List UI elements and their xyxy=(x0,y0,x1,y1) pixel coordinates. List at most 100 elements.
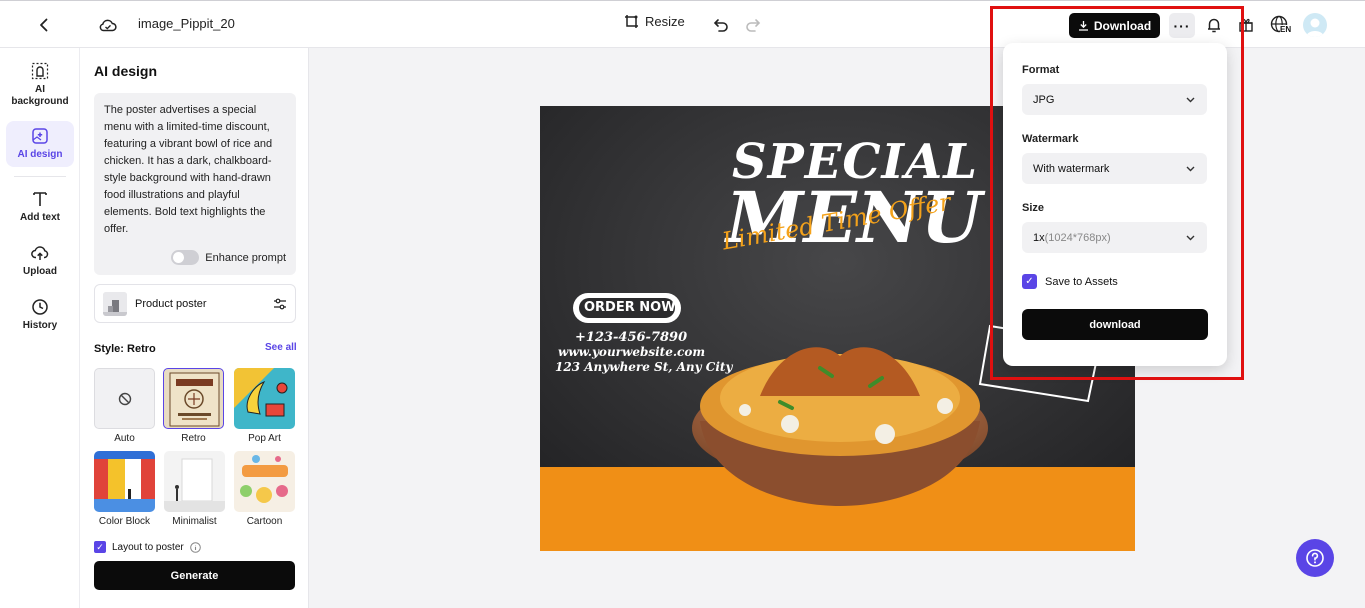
save-to-assets-row[interactable]: ✓ Save to Assets xyxy=(1022,274,1118,289)
style-label-color-block: Color Block xyxy=(98,516,151,527)
download-label: Download xyxy=(1093,18,1152,33)
sliders-icon[interactable] xyxy=(273,297,287,311)
style-card-cartoon[interactable]: Cartoon xyxy=(234,451,295,527)
save-to-assets-checkbox[interactable]: ✓ xyxy=(1022,274,1037,289)
help-icon xyxy=(1306,549,1324,567)
resize-button[interactable]: Resize xyxy=(624,14,685,29)
layout-checkbox[interactable]: ✓ xyxy=(94,541,106,553)
prompt-textarea[interactable]: The poster advertises a special menu wit… xyxy=(94,93,296,275)
style-card-minimalist[interactable]: Minimalist xyxy=(164,451,225,527)
enhance-prompt-label: Enhance prompt xyxy=(205,251,286,264)
text-icon xyxy=(33,192,47,206)
upload-icon xyxy=(31,246,49,260)
product-thumbnail xyxy=(103,291,127,316)
none-icon xyxy=(118,392,131,405)
chevron-down-icon xyxy=(1186,97,1195,103)
save-to-assets-label: Save to Assets xyxy=(1045,275,1118,288)
enhance-prompt-toggle-row: Enhance prompt xyxy=(171,250,286,265)
language-label: EN xyxy=(1280,25,1292,34)
top-bar: image_Pippit_20 Resize Download ··· EN xyxy=(0,0,1365,48)
redo-button[interactable] xyxy=(739,11,767,39)
user-avatar[interactable] xyxy=(1303,13,1327,37)
generate-button[interactable]: Generate xyxy=(94,561,295,590)
size-label: Size xyxy=(1022,202,1045,214)
download-popover: Format JPG Watermark With watermark Size… xyxy=(1003,43,1227,366)
rail-item-add-text[interactable]: Add text xyxy=(6,190,74,226)
panel-title: AI design xyxy=(94,63,158,79)
ai-background-icon xyxy=(31,62,49,80)
undo-button[interactable] xyxy=(707,11,735,39)
style-card-auto[interactable]: Auto xyxy=(94,368,155,444)
rail-label-upload: Upload xyxy=(23,266,57,277)
format-value: JPG xyxy=(1033,93,1055,106)
style-label-auto: Auto xyxy=(114,433,135,444)
cloud-sync-button[interactable] xyxy=(94,11,122,39)
rail-item-ai-design[interactable]: AI design xyxy=(6,121,74,167)
layout-to-poster-row[interactable]: ✓ Layout to poster xyxy=(94,541,201,553)
language-button[interactable]: EN xyxy=(1266,13,1294,37)
style-thumb-minimalist xyxy=(164,451,225,512)
confirm-download-button[interactable]: download xyxy=(1022,309,1208,340)
style-label-minimalist: Minimalist xyxy=(172,516,217,527)
gift-icon xyxy=(1239,18,1253,32)
rail-divider xyxy=(14,176,66,177)
resize-label: Resize xyxy=(645,14,685,29)
style-label-retro: Retro xyxy=(181,433,206,444)
help-button[interactable] xyxy=(1296,539,1334,577)
size-value-group: 1x(1024*768px) xyxy=(1033,232,1111,244)
more-options-button[interactable]: ··· xyxy=(1169,13,1195,38)
see-all-link[interactable]: See all xyxy=(265,342,297,353)
poster-website: www.yourwebsite.com xyxy=(558,345,706,359)
back-button[interactable] xyxy=(30,11,58,39)
style-card-retro[interactable]: Retro xyxy=(163,368,224,444)
bell-icon xyxy=(1208,18,1220,33)
download-button[interactable]: Download xyxy=(1069,13,1160,38)
ai-design-panel: AI design The poster advertises a specia… xyxy=(80,48,309,608)
watermark-select[interactable]: With watermark xyxy=(1022,153,1207,184)
download-icon xyxy=(1078,21,1088,31)
layout-label: Layout to poster xyxy=(112,541,184,553)
ai-design-icon xyxy=(32,128,48,144)
rail-item-history[interactable]: History xyxy=(6,298,74,334)
document-title[interactable]: image_Pippit_20 xyxy=(138,16,235,31)
rail-label-ai-design: AI design xyxy=(17,149,63,160)
product-poster-selector[interactable]: Product poster xyxy=(94,284,296,323)
rail-label-ai-background: AI background xyxy=(11,84,69,107)
avatar-icon xyxy=(1306,18,1324,37)
watermark-label: Watermark xyxy=(1022,133,1079,145)
resize-icon xyxy=(625,15,638,28)
redo-icon xyxy=(746,19,761,32)
style-thumb-auto xyxy=(94,368,155,429)
format-select[interactable]: JPG xyxy=(1022,84,1207,115)
gift-button[interactable] xyxy=(1232,11,1260,39)
style-thumb-color-block xyxy=(94,451,155,512)
format-label: Format xyxy=(1022,64,1060,76)
style-label-pop-art: Pop Art xyxy=(248,433,281,444)
more-icon: ··· xyxy=(1173,17,1191,34)
history-icon xyxy=(32,299,48,315)
poster-order-now: ORDER NOW xyxy=(584,300,676,315)
cloud-icon xyxy=(99,19,117,32)
style-label: Style: Retro xyxy=(94,343,156,355)
style-thumb-retro xyxy=(163,368,224,429)
style-card-pop-art[interactable]: Pop Art xyxy=(234,368,295,444)
watermark-value: With watermark xyxy=(1033,162,1110,175)
style-thumb-pop-art xyxy=(234,368,295,429)
size-select[interactable]: 1x(1024*768px) xyxy=(1022,222,1207,253)
enhance-prompt-toggle[interactable] xyxy=(171,250,200,265)
poster-phone: +123-456-7890 xyxy=(575,330,688,345)
prompt-text: The poster advertises a special menu wit… xyxy=(104,104,273,235)
poster-address: 123 Anywhere St, Any City xyxy=(555,360,733,374)
style-thumb-cartoon xyxy=(234,451,295,512)
rail-label-history: History xyxy=(22,320,58,331)
rail-item-upload[interactable]: Upload xyxy=(6,244,74,280)
rail-label-add-text: Add text xyxy=(20,212,60,223)
size-value: 1x xyxy=(1033,231,1045,244)
style-card-color-block[interactable]: Color Block xyxy=(94,451,155,527)
size-detail: (1024*768px) xyxy=(1044,231,1111,244)
notifications-button[interactable] xyxy=(1200,11,1228,39)
style-label-cartoon: Cartoon xyxy=(246,516,283,527)
product-poster-label: Product poster xyxy=(135,297,207,310)
chevron-left-icon xyxy=(40,18,48,32)
rail-item-ai-background[interactable]: AI background xyxy=(6,62,74,110)
